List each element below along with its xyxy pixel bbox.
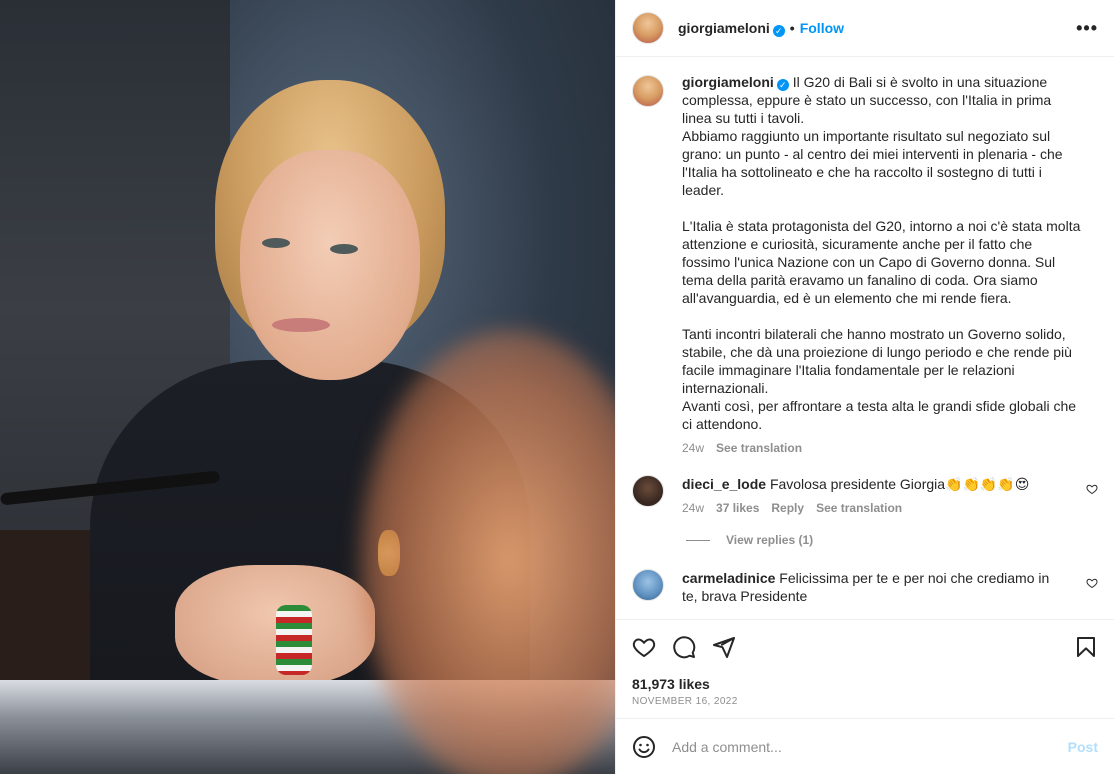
caption-age[interactable]: 24w	[682, 441, 704, 455]
view-replies-line	[686, 539, 710, 541]
share-icon[interactable]	[712, 635, 736, 659]
comment-item: dieci_e_lode Favolosa presidente Giorgia…	[632, 475, 1098, 515]
follow-button[interactable]: Follow	[800, 20, 844, 36]
comment-item: carmeladinice Felicissima per te e per n…	[632, 569, 1098, 605]
comment-like-heart-icon[interactable]	[1086, 483, 1098, 495]
comment-username[interactable]: dieci_e_lode	[682, 476, 766, 492]
photo-bracelet	[276, 605, 312, 675]
caption-text: Il G20 di Bali si è svolto in una situaz…	[682, 74, 1081, 432]
heart-icon[interactable]	[632, 635, 656, 659]
photo-hands	[175, 565, 375, 685]
comments-scroll-area[interactable]: giorgiameloni ✓ Il G20 di Bali si è svolt…	[616, 57, 1114, 619]
post-date: NOVEMBER 16, 2022	[632, 696, 738, 707]
comment-avatar[interactable]	[632, 569, 664, 601]
post-sidebar: giorgiameloni ✓ • Follow ••• giorgiamelon…	[615, 0, 1114, 774]
caption-see-translation[interactable]: See translation	[716, 441, 802, 455]
comment-reply-button[interactable]: Reply	[771, 501, 804, 515]
comment-icon[interactable]	[672, 635, 696, 659]
caption-username[interactable]: giorgiameloni	[682, 74, 774, 90]
author-username-text[interactable]: giorgiameloni	[678, 20, 770, 36]
caption: giorgiameloni ✓ Il G20 di Bali si è svolt…	[632, 73, 1098, 455]
comment-see-translation[interactable]: See translation	[816, 501, 902, 515]
comment-body: carmeladinice Felicissima per te e per n…	[682, 569, 1067, 605]
view-replies-button[interactable]: View replies (1)	[686, 533, 1098, 547]
view-replies-label[interactable]: View replies (1)	[726, 533, 813, 547]
post-photo[interactable]	[0, 0, 615, 774]
comment-text: Favolosa presidente Giorgia👏👏👏👏😍	[769, 476, 1030, 492]
comment-avatar[interactable]	[632, 475, 664, 507]
action-icons	[632, 634, 1098, 660]
photo-face	[240, 150, 420, 380]
comment-like-heart-icon[interactable]	[1086, 577, 1098, 589]
post-actions: 81,973 likes NOVEMBER 16, 2022	[616, 619, 1114, 707]
bookmark-icon[interactable]	[1074, 635, 1098, 659]
photo-eye-left	[262, 238, 290, 248]
comment-meta: 24w 37 likes Reply See translation	[682, 501, 1067, 515]
header-separator: •	[789, 20, 795, 36]
caption-body: giorgiameloni ✓ Il G20 di Bali si è svolt…	[682, 73, 1084, 433]
photo-eye-right	[330, 244, 358, 254]
verified-badge-icon: ✓	[772, 24, 785, 37]
caption-meta: 24w See translation	[682, 441, 1084, 455]
verified-badge-icon: ✓	[776, 79, 789, 91]
more-icon[interactable]: •••	[1076, 18, 1098, 39]
post-comment-button[interactable]: Post	[1068, 739, 1098, 755]
comment-username[interactable]: carmeladinice	[682, 570, 775, 586]
post-header: giorgiameloni ✓ • Follow •••	[616, 0, 1114, 57]
comment-likes[interactable]: 37 likes	[716, 501, 759, 515]
author-avatar[interactable]	[632, 12, 664, 44]
author-username[interactable]: giorgiameloni ✓	[678, 20, 785, 37]
comment-input[interactable]	[672, 738, 1068, 755]
photo-lips	[272, 318, 330, 332]
comment-age[interactable]: 24w	[682, 501, 704, 515]
emoji-icon[interactable]	[632, 735, 656, 759]
post-modal: giorgiameloni ✓ • Follow ••• giorgiamelon…	[0, 0, 1114, 774]
add-comment-bar: Post	[616, 718, 1114, 774]
comment-body: dieci_e_lode Favolosa presidente Giorgia…	[682, 475, 1067, 493]
caption-avatar[interactable]	[632, 75, 664, 107]
likes-count[interactable]: 81,973 likes	[632, 676, 1098, 692]
